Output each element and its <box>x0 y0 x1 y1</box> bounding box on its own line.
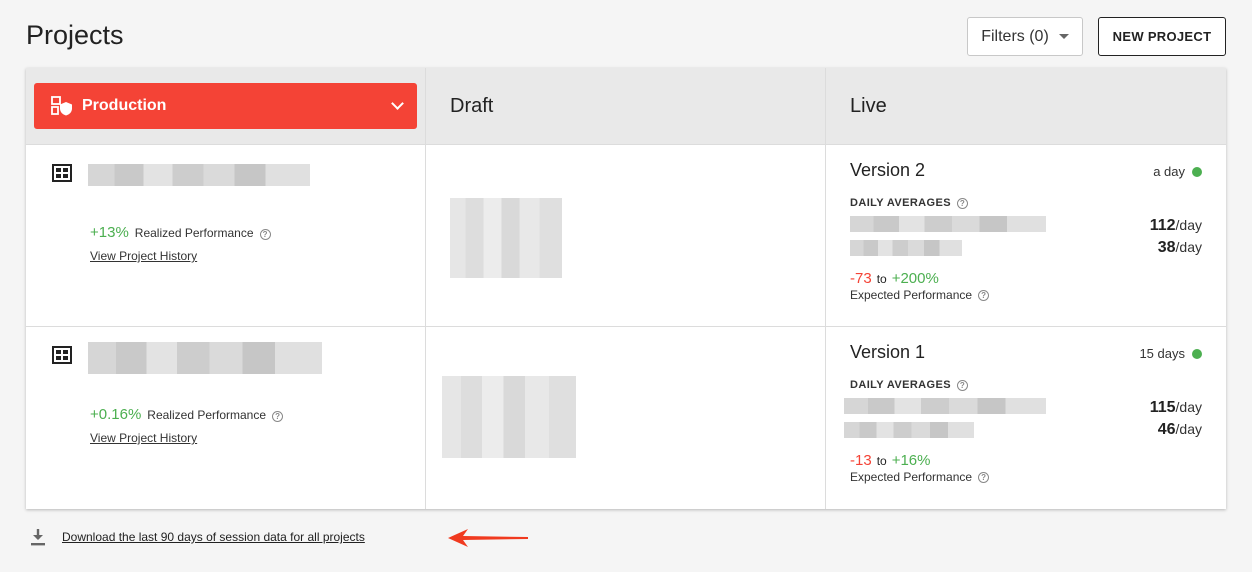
environment-select[interactable]: Production <box>34 83 417 129</box>
live-status-dot <box>1192 348 1202 359</box>
rate-value: 46 <box>1157 421 1176 438</box>
redacted-metric-name <box>844 422 974 438</box>
redacted-project-name <box>88 342 322 374</box>
red-arrow-annotation <box>448 529 528 547</box>
performance-percent: +0.16% <box>90 406 142 423</box>
draft-header: Draft <box>426 68 825 145</box>
rate-unit: /day <box>1175 217 1202 233</box>
live-status-dot <box>1192 166 1202 177</box>
expected-low: -13 <box>850 452 872 469</box>
environment-label: Production <box>82 97 167 114</box>
realized-performance: +13% Realized Performance ? <box>90 224 271 241</box>
performance-label: Realized Performance <box>134 226 254 240</box>
rate-unit: /day <box>1175 399 1202 415</box>
draft-column-title: Draft <box>450 95 494 117</box>
help-icon[interactable]: ? <box>978 471 990 483</box>
projects-board: Production Draft Live +13% Realized Perf… <box>26 68 1226 509</box>
expected-performance: Expected Performance ? <box>850 470 990 484</box>
download-session-data-link[interactable]: Download the last 90 days of session dat… <box>62 530 365 544</box>
redacted-draft-content <box>450 198 562 278</box>
help-icon[interactable]: ? <box>272 411 284 422</box>
version-age: 15 days <box>1139 346 1202 361</box>
help-icon[interactable]: ? <box>978 289 990 301</box>
expected-low: -73 <box>850 270 872 287</box>
live-header: Live <box>826 68 1226 145</box>
live-column-title: Live <box>850 95 887 117</box>
column-divider <box>425 68 426 509</box>
rate-value: 38 <box>1157 239 1176 256</box>
daily-averages-text: DAILY AVERAGES <box>850 197 951 209</box>
new-project-button[interactable]: NEW PROJECT <box>1098 17 1226 56</box>
rate-unit: /day <box>1175 421 1202 437</box>
help-icon[interactable]: ? <box>259 229 271 240</box>
daily-rate: 46/day <box>1158 421 1202 439</box>
expected-range: -73 to +200% <box>850 270 939 287</box>
chevron-down-icon <box>391 97 404 110</box>
daily-rate: 112/day <box>1150 217 1202 235</box>
performance-label: Realized Performance <box>147 408 267 422</box>
daily-averages-text: DAILY AVERAGES <box>850 379 951 391</box>
view-project-history-link[interactable]: View Project History <box>90 431 197 445</box>
age-label: a day <box>1153 164 1185 179</box>
daily-rate: 38/day <box>1158 239 1202 257</box>
rate-value: 115 <box>1149 399 1176 416</box>
rate-value: 112 <box>1149 217 1176 234</box>
row-divider <box>26 326 1226 327</box>
expected-label: Expected Performance <box>850 288 973 302</box>
version-title: Version 2 <box>850 160 926 180</box>
project-board-icon <box>52 164 72 182</box>
redacted-draft-content <box>442 376 576 458</box>
expected-range: -13 to +16% <box>850 452 931 469</box>
version-title: Version 1 <box>850 342 926 362</box>
expected-to: to <box>876 454 887 468</box>
performance-percent: +13% <box>90 224 129 241</box>
expected-performance: Expected Performance ? <box>850 288 990 302</box>
expected-to: to <box>876 272 887 286</box>
daily-averages-label: DAILY AVERAGES ? <box>850 197 968 209</box>
column-divider <box>825 68 826 509</box>
filters-button[interactable]: Filters (0) <box>967 17 1083 56</box>
help-icon[interactable]: ? <box>956 197 968 209</box>
redacted-metric-name <box>844 398 1046 414</box>
project-board-icon <box>52 346 72 364</box>
version-age: a day <box>1153 164 1202 179</box>
filters-label: Filters (0) <box>981 27 1049 45</box>
help-icon[interactable]: ? <box>956 379 968 391</box>
expected-label: Expected Performance <box>850 470 973 484</box>
download-section: Download the last 90 days of session dat… <box>30 528 365 546</box>
page-title: Projects <box>26 20 124 50</box>
rate-unit: /day <box>1175 239 1202 255</box>
view-project-history-link[interactable]: View Project History <box>90 249 197 263</box>
redacted-metric-name <box>850 240 962 256</box>
environment-header: Production <box>26 68 425 145</box>
download-icon[interactable] <box>30 528 46 546</box>
realized-performance: +0.16% Realized Performance ? <box>90 406 284 423</box>
daily-rate: 115/day <box>1150 399 1202 417</box>
daily-averages-label: DAILY AVERAGES ? <box>850 379 968 391</box>
environment-shield-icon <box>51 96 72 116</box>
redacted-project-name <box>88 164 310 186</box>
age-label: 15 days <box>1139 346 1185 361</box>
expected-high: +16% <box>891 452 931 469</box>
caret-down-icon <box>1058 34 1069 39</box>
redacted-metric-name <box>850 216 1046 232</box>
expected-high: +200% <box>891 270 939 287</box>
